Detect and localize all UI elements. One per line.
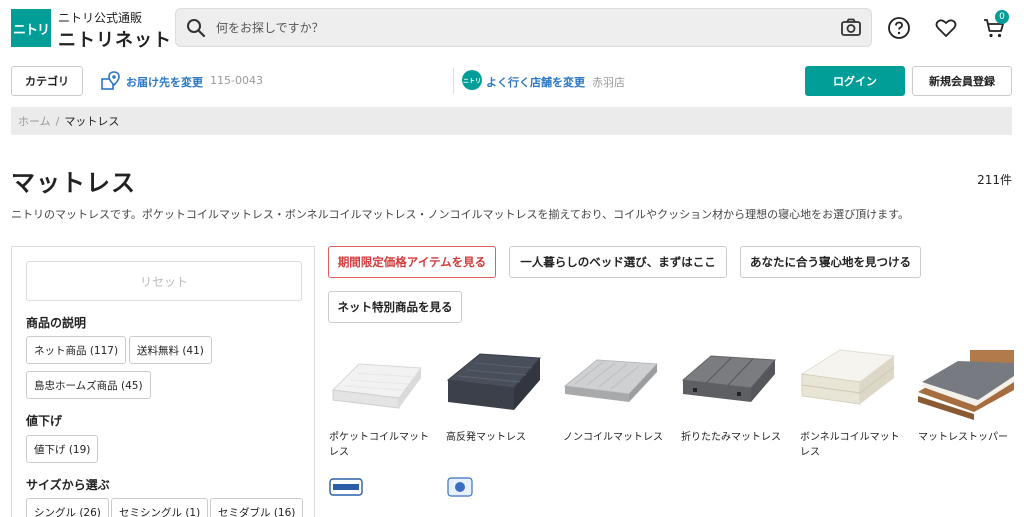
product-label: ポケットコイルマットレス — [329, 432, 429, 458]
logo-subtitle: ニトリ公式通販 — [58, 11, 143, 25]
pocket-coil-mattress-image — [331, 363, 422, 409]
filter-chip-free-shipping[interactable]: 送料無料 (41) — [129, 336, 212, 364]
divider — [453, 68, 454, 94]
search-bar[interactable] — [175, 8, 872, 47]
category-tile-topper[interactable]: マットレストッパー — [918, 340, 1018, 443]
search-input[interactable] — [216, 17, 816, 39]
breadcrumb: ホーム / マットレス — [11, 107, 1012, 135]
site-header: ニトリ ニトリ公式通販 ニトリネット 0 — [0, 0, 1024, 60]
product-label: 高反発マットレス — [446, 432, 526, 443]
filter-heading-size: サイズから選ぶ — [26, 478, 110, 492]
breadcrumb-current: マットレス — [64, 115, 120, 128]
product-label: ボンネルコイルマットレス — [800, 432, 900, 458]
category-tile-non-coil[interactable]: ノンコイルマットレス — [563, 340, 663, 443]
non-coil-mattress-image — [563, 359, 659, 402]
camera-icon[interactable] — [840, 17, 862, 41]
breadcrumb-separator: / — [55, 114, 60, 128]
change-delivery-link[interactable]: お届け先を変更 — [126, 74, 203, 90]
filter-chip-semi-single[interactable]: セミシングル (1) — [111, 498, 209, 517]
logo-title[interactable]: ニトリネット — [58, 26, 172, 52]
category-description: ニトリのマットレスです。ポケットコイルマットレス・ボンネルコイルマットレス・ノン… — [11, 208, 910, 221]
brand-logo[interactable] — [446, 476, 474, 502]
high-resilience-mattress-image — [446, 353, 542, 410]
page-title: マットレス — [11, 169, 136, 197]
breadcrumb-home[interactable]: ホーム — [18, 113, 51, 129]
heart-icon[interactable] — [934, 16, 958, 44]
find-comfort-button[interactable]: あなたに合う寝心地を見つける — [740, 246, 921, 278]
filter-heading-price-down: 値下げ — [26, 414, 63, 428]
filter-heading-description: 商品の説明 — [26, 316, 87, 330]
cart-count-badge: 0 — [995, 10, 1009, 24]
folding-mattress-image — [681, 355, 777, 402]
filter-chip-semi-double[interactable]: セミダブル (16) — [210, 498, 304, 517]
single-life-bed-button[interactable]: 一人暮らしのベッド選び、まずはここ — [509, 246, 727, 278]
store-logo-icon: ニトリ — [462, 70, 482, 90]
category-tile-high-resilience[interactable]: 高反発マットレス — [446, 340, 546, 443]
product-label: 折りたたみマットレス — [681, 432, 781, 443]
login-button[interactable]: ログイン — [805, 66, 905, 96]
limited-price-button[interactable]: 期間限定価格アイテムを見る — [328, 246, 496, 278]
simmons-brand-logo[interactable] — [329, 476, 363, 502]
net-special-button[interactable]: ネット特別商品を見る — [328, 291, 462, 323]
category-tile-bonnell-coil[interactable]: ボンネルコイルマットレス — [800, 340, 900, 458]
mattress-topper-image — [918, 350, 1014, 420]
result-count: 211件 — [977, 173, 1012, 187]
category-tile-folding[interactable]: 折りたたみマットレス — [681, 340, 781, 443]
search-icon[interactable] — [186, 18, 206, 42]
help-icon[interactable] — [887, 16, 911, 44]
filter-chip-single[interactable]: シングル (26) — [26, 498, 109, 517]
category-button[interactable]: カテゴリ — [11, 66, 83, 96]
reset-button[interactable]: リセット — [26, 261, 302, 301]
nitori-logo[interactable]: ニトリ — [11, 9, 51, 47]
filter-chip-net-items[interactable]: ネット商品 (117) — [26, 336, 127, 364]
location-icon[interactable] — [100, 70, 122, 96]
bonnell-coil-mattress-image — [800, 349, 896, 405]
filter-chip-shimachu[interactable]: 島忠ホームズ商品 (45) — [26, 371, 151, 399]
change-store-link[interactable]: よく行く店舗を変更 — [486, 74, 585, 90]
register-button[interactable]: 新規会員登録 — [912, 66, 1012, 96]
filter-chip-price-down[interactable]: 値下げ (19) — [26, 435, 99, 463]
product-label: マットレストッパー — [918, 432, 1008, 443]
product-label: ノンコイルマットレス — [563, 432, 663, 443]
postal-code: 115-0043 — [210, 74, 263, 87]
category-tile-pocket-coil[interactable]: ポケットコイルマットレス — [329, 340, 429, 458]
filter-panel: リセット 商品の説明 ネット商品 (117) 送料無料 (41) 島忠ホームズ商… — [11, 246, 315, 517]
store-name: 赤羽店 — [592, 76, 625, 89]
